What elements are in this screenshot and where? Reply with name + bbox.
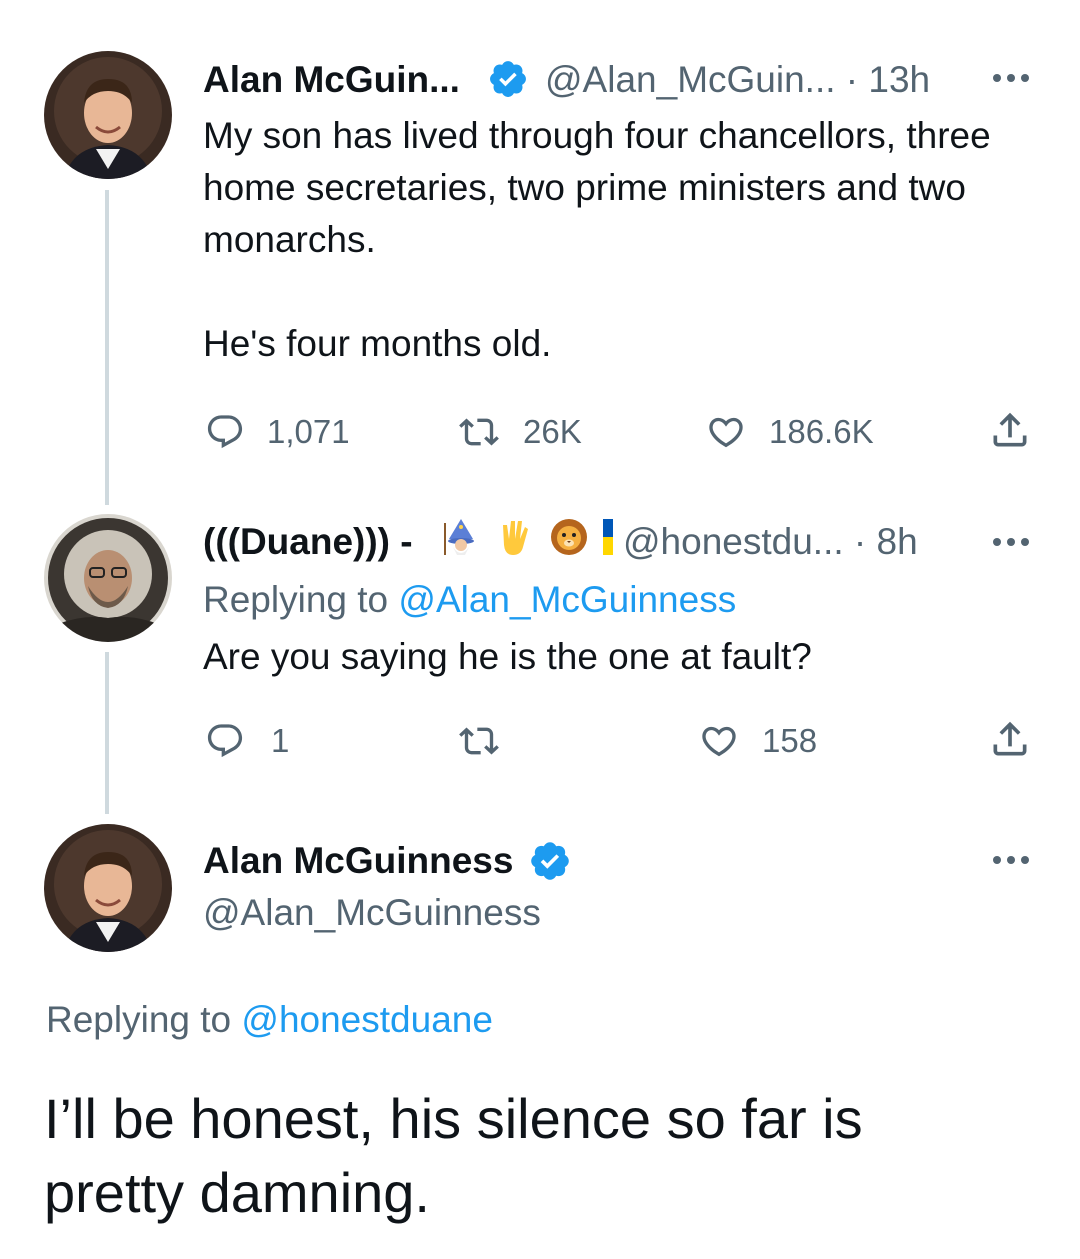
vulcan-salute-emoji (503, 521, 528, 555)
replying-prefix: Replying to (203, 579, 399, 620)
replying-handle-link[interactable]: @honestduane (241, 999, 493, 1040)
avatar[interactable] (44, 514, 172, 642)
mage-emoji (444, 519, 474, 555)
retweet-count: 26K (523, 413, 582, 450)
replying-handle-link[interactable]: @Alan_McGuinness (398, 579, 736, 620)
handle-time[interactable]: @honestdu... · 8h (623, 521, 918, 563)
reply-count: 1 (271, 722, 290, 759)
like-count: 186.6K (769, 413, 874, 450)
thread-line (105, 652, 109, 814)
share-button[interactable] (988, 717, 1032, 761)
heart-icon (709, 417, 743, 448)
replying-to: Replying to @honestduane (46, 999, 493, 1041)
author-name[interactable]: (((Duane))) - (203, 521, 413, 563)
verified-badge-icon (528, 839, 572, 888)
name-emojis (441, 517, 615, 557)
tweet-text: I’ll be honest, his silence so far is pr… (44, 1087, 863, 1224)
ukraine-flag-emoji (603, 519, 613, 555)
verified-badge-icon (487, 58, 529, 105)
avatar[interactable] (44, 824, 172, 952)
retweet-icon (459, 418, 499, 446)
like-count: 158 (762, 722, 818, 759)
author-name[interactable]: Alan McGuin... (203, 59, 460, 101)
replying-prefix: Replying to (46, 999, 242, 1040)
retweet-button[interactable] (457, 721, 501, 761)
lion-emoji (551, 519, 587, 555)
replying-to: Replying to @Alan_McGuinness (203, 579, 736, 621)
share-icon (993, 721, 1027, 756)
reply-count: 1,071 (267, 413, 350, 450)
author-handle[interactable]: @Alan_McGuinness (203, 892, 541, 934)
more-icon[interactable] (993, 538, 1029, 546)
like-button[interactable]: 158 (698, 721, 817, 761)
reply-button[interactable]: 1,071 (205, 412, 350, 452)
avatar[interactable] (44, 51, 172, 179)
tweet-text: Are you saying he is the one at fault? (203, 636, 812, 677)
share-button[interactable] (988, 408, 1032, 452)
reply-icon (207, 724, 243, 758)
thread-line (105, 190, 109, 505)
retweet-button[interactable]: 26K (457, 412, 582, 452)
share-icon (993, 412, 1027, 447)
handle-time[interactable]: @Alan_McGuin... · 13h (545, 59, 930, 101)
reply-icon (207, 415, 243, 449)
heart-icon (702, 726, 736, 757)
like-button[interactable]: 186.6K (705, 412, 874, 452)
more-icon[interactable] (993, 856, 1029, 864)
reply-button[interactable]: 1 (205, 721, 289, 761)
tweet-text: My son has lived through four chancellor… (203, 115, 991, 364)
more-icon[interactable] (993, 74, 1029, 82)
author-name[interactable]: Alan McGuinness (203, 840, 513, 882)
retweet-icon (459, 727, 499, 755)
